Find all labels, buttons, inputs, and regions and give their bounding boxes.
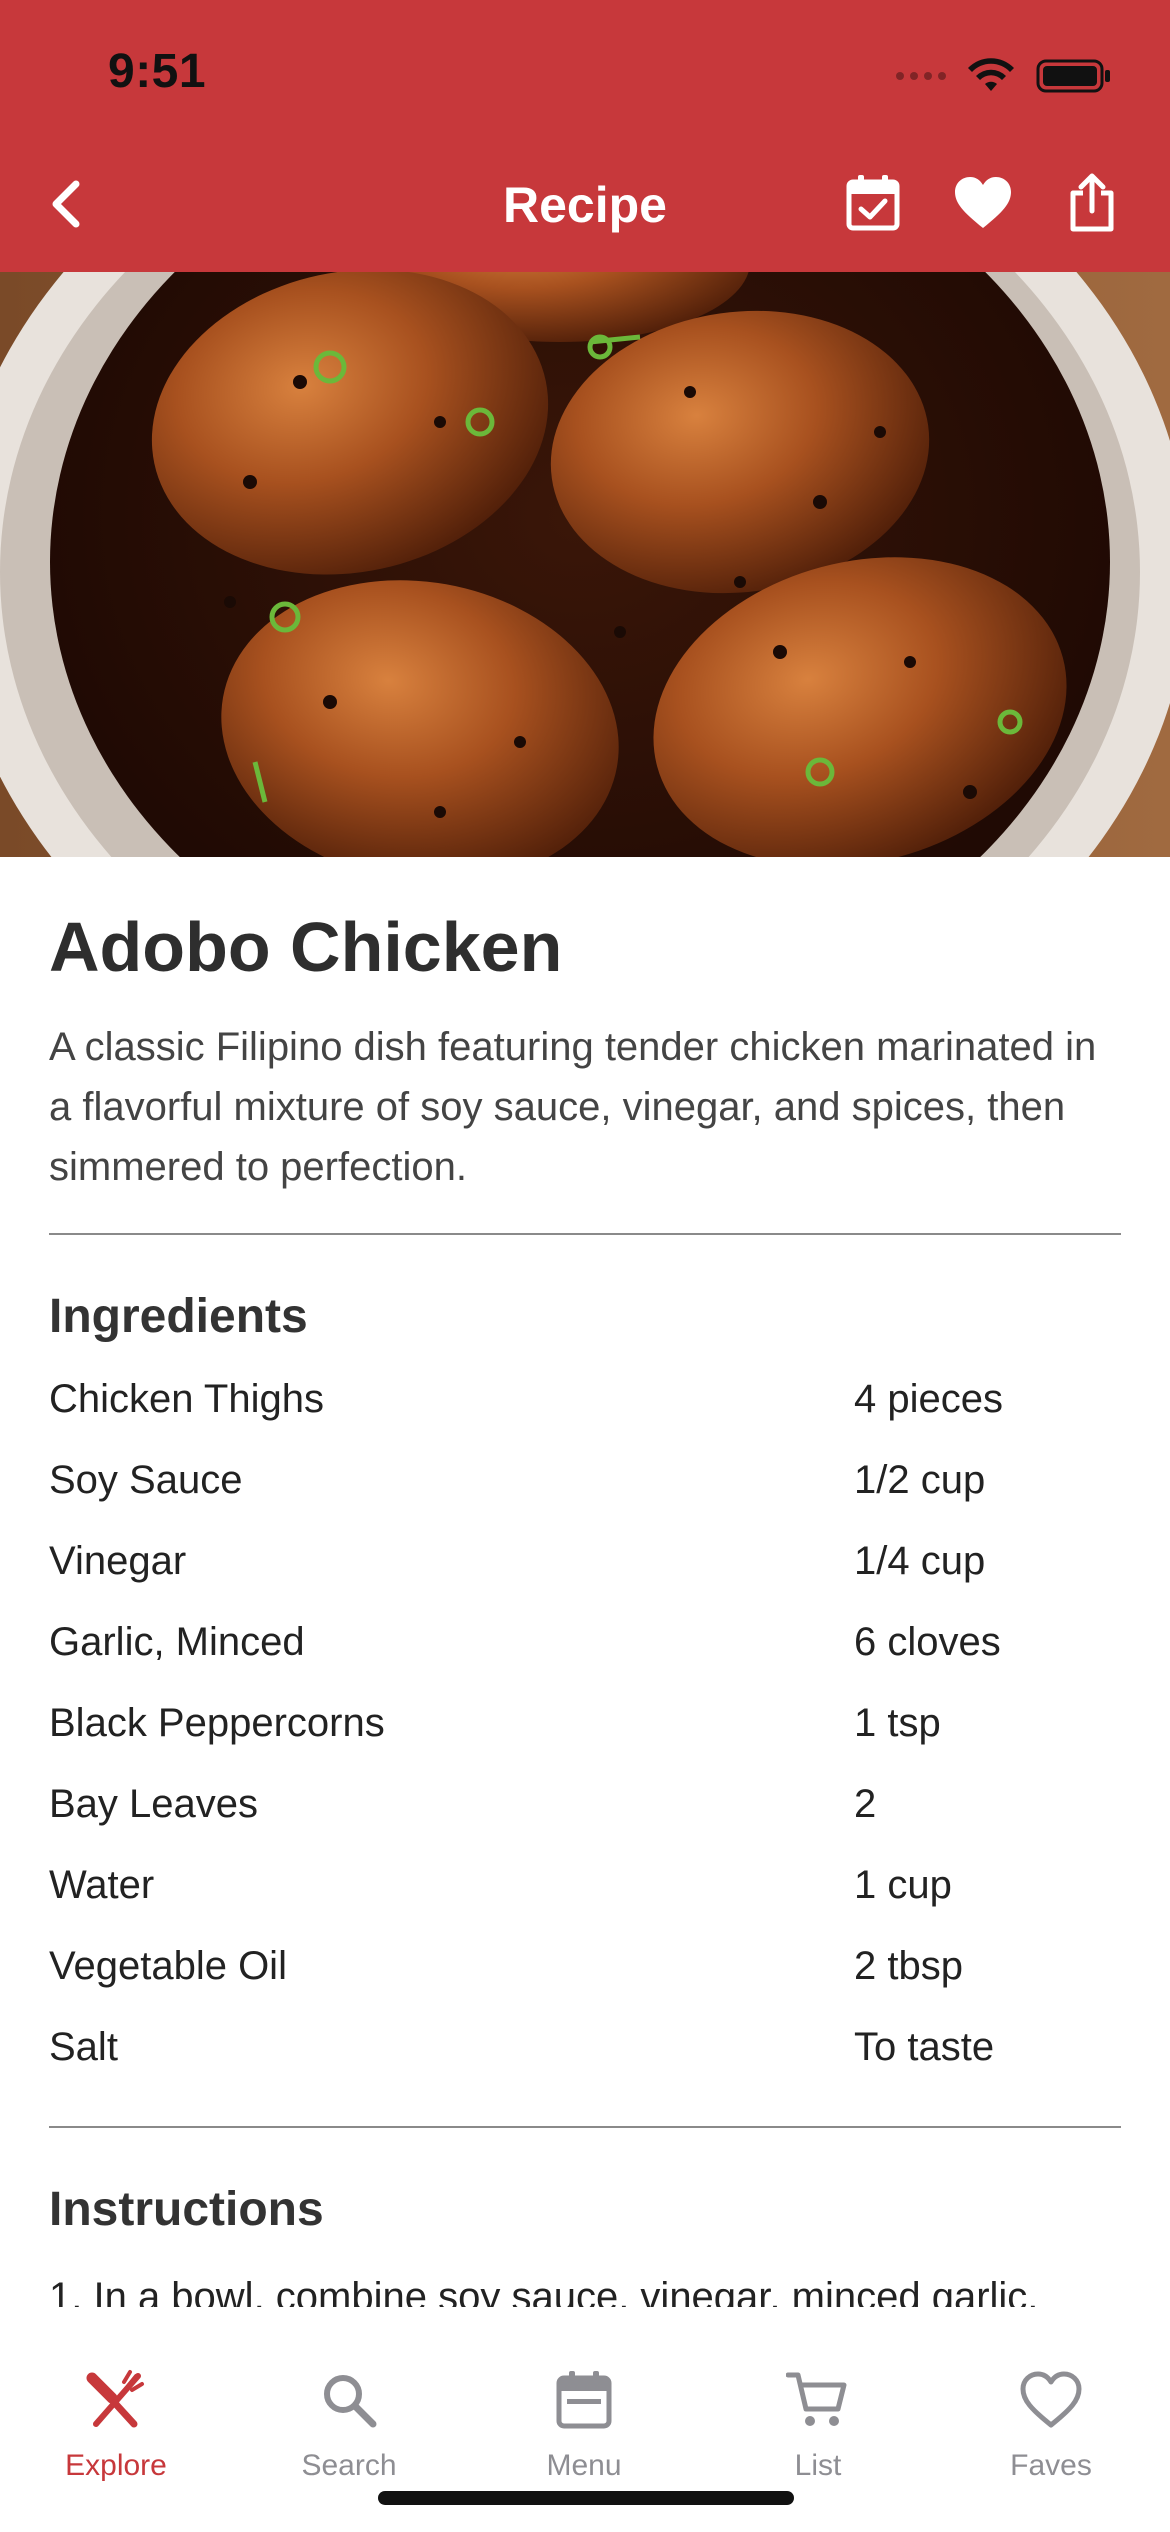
ingredient-qty: 4 pieces	[854, 1377, 1003, 1421]
ingredient-row: Water 1 cup	[49, 1863, 1121, 1944]
ingredient-qty: 1/4 cup	[854, 1539, 986, 1583]
ingredient-qty: 1/2 cup	[854, 1458, 986, 1502]
cart-icon	[786, 2372, 847, 2426]
header: 9:51 Recipe	[0, 0, 1170, 272]
instruction-step: 1. In a bowl, combine soy sauce, vinegar…	[49, 2275, 1039, 2307]
ingredient-row: Salt To taste	[49, 2025, 1121, 2106]
divider	[49, 2126, 1121, 2128]
tab-menu[interactable]: Menu	[484, 2365, 684, 2483]
share-icon	[1070, 173, 1114, 232]
ingredients-heading: Ingredients	[49, 1290, 308, 1343]
ingredient-qty: 2	[854, 1782, 877, 1826]
share-button[interactable]	[1059, 170, 1125, 236]
ingredient-name: Bay Leaves	[49, 1782, 259, 1826]
heart-icon	[955, 177, 1011, 228]
ingredient-name: Black Peppercorns	[49, 1701, 385, 1745]
recipe-photo	[0, 272, 1170, 857]
ingredient-qty: 2 tbsp	[854, 1944, 963, 1988]
ingredient-qty: 1 cup	[854, 1863, 952, 1907]
ingredient-qty: 1 tsp	[854, 1701, 941, 1745]
ingredient-name: Vinegar	[49, 1539, 187, 1583]
ingredient-name: Water	[49, 1863, 155, 1907]
tab-explore[interactable]: Explore	[16, 2365, 216, 2483]
tab-label: Search	[301, 2449, 397, 2482]
recipe-content: Adobo Chicken A classic Filipino dish fe…	[0, 857, 1170, 2307]
tab-label: Explore	[65, 2449, 167, 2482]
divider	[49, 1233, 1121, 1235]
tab-search[interactable]: Search	[249, 2365, 449, 2483]
recipe-title: Adobo Chicken	[49, 908, 563, 986]
status-indicators	[896, 52, 1112, 100]
tab-faves[interactable]: Faves	[951, 2365, 1151, 2483]
ingredient-name: Soy Sauce	[49, 1458, 243, 1502]
home-indicator	[378, 2491, 794, 2505]
fork-knife-icon	[86, 2370, 144, 2428]
adobo-chicken-image	[0, 272, 1170, 857]
status-time: 9:51	[108, 45, 207, 98]
ingredient-name: Garlic, Minced	[49, 1620, 305, 1664]
battery-icon	[1036, 59, 1110, 93]
add-to-menu-button[interactable]	[840, 170, 906, 236]
ingredient-row: Vegetable Oil 2 tbsp	[49, 1944, 1121, 2025]
ingredient-name: Chicken Thighs	[49, 1377, 324, 1421]
favorite-button[interactable]	[950, 170, 1016, 236]
ingredient-name: Salt	[49, 2025, 118, 2069]
search-icon	[324, 2375, 377, 2428]
calendar-icon	[556, 2371, 612, 2429]
ingredient-row: Soy Sauce 1/2 cup	[49, 1458, 1121, 1539]
ingredient-row: Garlic, Minced 6 cloves	[49, 1620, 1121, 1701]
recipe-screen: 9:51 Recipe Adobo Chicken A classic Fili…	[0, 0, 1170, 2532]
ingredient-qty: To taste	[854, 2025, 995, 2069]
tab-label: Faves	[1010, 2449, 1092, 2482]
ingredient-row: Black Peppercorns 1 tsp	[49, 1701, 1121, 1782]
tab-list[interactable]: List	[718, 2365, 918, 2483]
wifi-icon	[968, 58, 1014, 91]
calendar-check-icon	[846, 175, 900, 231]
heart-outline-icon	[1020, 2371, 1082, 2428]
instructions-heading: Instructions	[49, 2183, 324, 2236]
ingredient-name: Vegetable Oil	[49, 1944, 287, 1988]
ingredient-qty: 6 cloves	[854, 1620, 1001, 1664]
recipe-description: A classic Filipino dish featuring tender…	[49, 1025, 1097, 1189]
signal-icon	[896, 72, 946, 80]
ingredients-list: Chicken Thighs 4 pieces Soy Sauce 1/2 cup …	[49, 1377, 1121, 2106]
ingredient-row: Chicken Thighs 4 pieces	[49, 1377, 1121, 1458]
tab-label: Menu	[546, 2449, 622, 2482]
ingredient-row: Bay Leaves 2	[49, 1782, 1121, 1863]
ingredient-row: Vinegar 1/4 cup	[49, 1539, 1121, 1620]
tab-label: List	[794, 2449, 842, 2482]
